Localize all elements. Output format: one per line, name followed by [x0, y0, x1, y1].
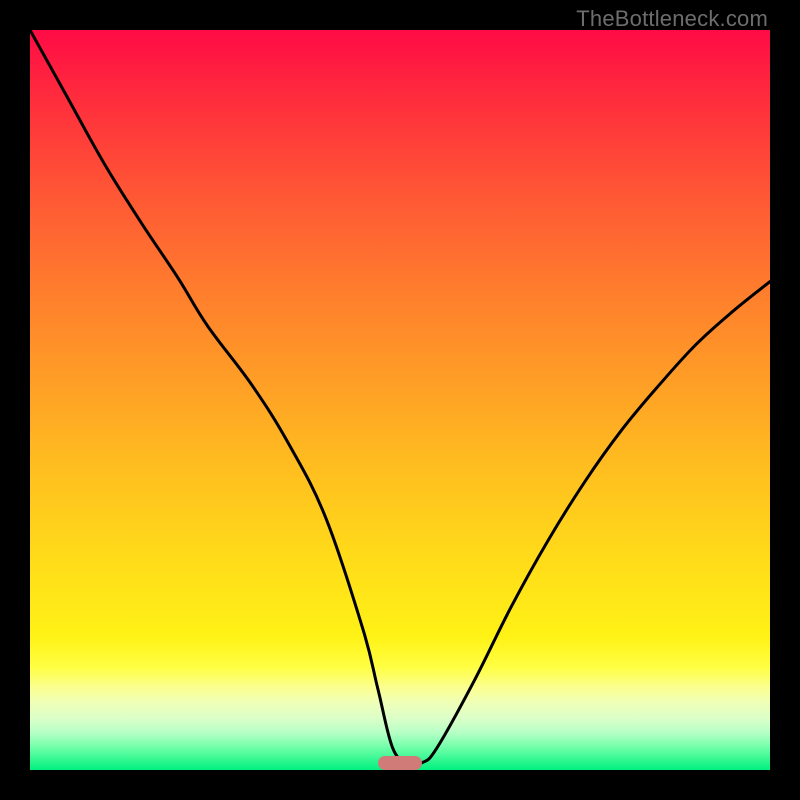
watermark-text: TheBottleneck.com — [576, 6, 768, 32]
bottleneck-curve — [30, 30, 770, 765]
curve-svg — [30, 30, 770, 770]
plot-area — [30, 30, 770, 770]
chart-frame: TheBottleneck.com — [0, 0, 800, 800]
minimum-marker — [378, 756, 422, 770]
